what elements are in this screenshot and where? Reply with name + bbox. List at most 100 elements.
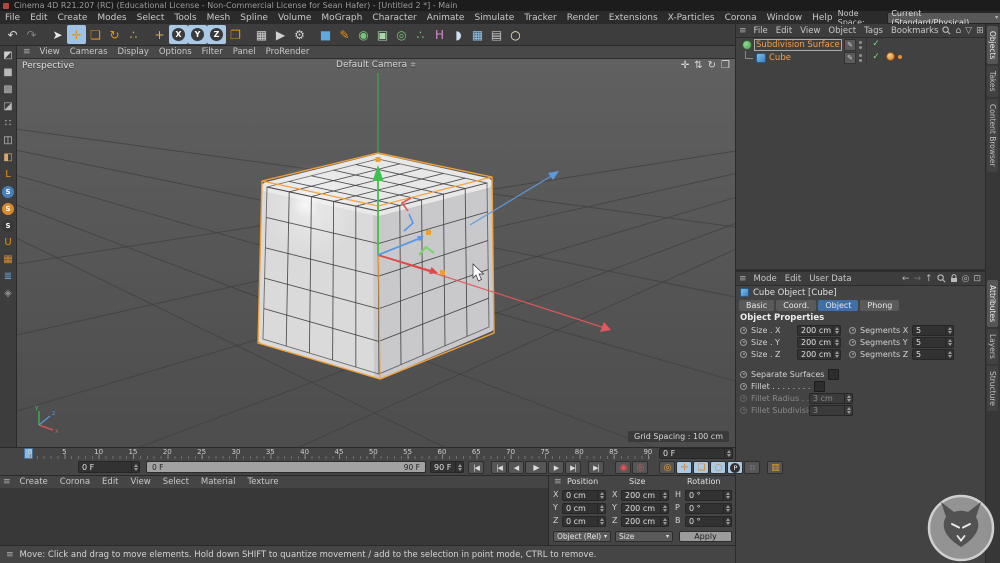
menu-file[interactable]: File	[0, 13, 25, 23]
redo-button[interactable]: ↷	[22, 25, 41, 44]
apply-button[interactable]: Apply	[679, 531, 732, 542]
material-menu-create[interactable]: Create	[14, 477, 54, 487]
forward-icon[interactable]: →	[914, 274, 922, 284]
keyframe-selection-button[interactable]: ◎	[659, 461, 675, 474]
timeline-ruler[interactable]: 051015202530354045505560657075808590 0 F	[0, 447, 735, 459]
material-menu-corona[interactable]: Corona	[54, 477, 96, 487]
segments-z-field[interactable]: 5	[912, 349, 954, 360]
object-manager-menu-file[interactable]: File	[750, 26, 772, 36]
tab-phong[interactable]: Phong	[860, 300, 899, 311]
viewport-solo-hierarchy-button[interactable]: S	[1, 218, 16, 233]
menu-spline[interactable]: Spline	[235, 13, 273, 23]
menu-volume[interactable]: Volume	[273, 13, 316, 23]
visibility-dots[interactable]	[859, 41, 862, 44]
next-frame-button[interactable]: ▶	[548, 461, 564, 474]
material-manager-area[interactable]	[0, 488, 548, 545]
render-settings-button[interactable]: ⚙	[290, 25, 309, 44]
last-used-tool-button[interactable]: ∴	[124, 25, 143, 44]
menu-simulate[interactable]: Simulate	[469, 13, 519, 23]
make-editable-button[interactable]: ◩	[1, 48, 16, 63]
size-z-field[interactable]: 200 cm	[621, 516, 669, 527]
rotation-p-field[interactable]: 0 °	[685, 503, 732, 514]
viewport-canvas[interactable]: yxz Perspective Default Camera ✲ ✛⇅↻❒ Gr…	[17, 59, 735, 447]
material-menu-material[interactable]: Material	[195, 477, 242, 487]
rotate-view-icon[interactable]: ↻	[708, 60, 716, 71]
stepper[interactable]	[832, 326, 840, 335]
edges-mode-button[interactable]: ◫	[1, 133, 16, 148]
menu-tracker[interactable]: Tracker	[519, 13, 561, 23]
side-tab-content-browser[interactable]: Content Browser	[987, 99, 998, 172]
attributes-menu-mode[interactable]: Mode	[750, 274, 781, 284]
stepper[interactable]	[832, 350, 840, 359]
undo-button[interactable]: ↶	[3, 25, 22, 44]
side-tab-objects[interactable]: Objects	[987, 26, 998, 64]
object-manager-menu-edit[interactable]: Edit	[772, 26, 796, 36]
viewport-solo-off-button[interactable]: S	[1, 184, 16, 199]
viewport-menu-view[interactable]: View	[35, 47, 65, 57]
menu-edit[interactable]: Edit	[25, 13, 52, 23]
quantizing-button[interactable]: ▦	[1, 252, 16, 267]
add-subdivision-surface-button[interactable]: ◉	[354, 25, 373, 44]
fillet-checkbox[interactable]	[814, 381, 825, 392]
add-light-button[interactable]: ○	[506, 25, 525, 44]
menu-create[interactable]: Create	[53, 13, 93, 23]
up-icon[interactable]: ↑	[925, 274, 933, 284]
menu-modes[interactable]: Modes	[92, 13, 131, 23]
filter-icon[interactable]: ▽	[965, 26, 972, 36]
goto-prev-key-button[interactable]: |◀	[491, 461, 507, 474]
viewport-solo-single-button[interactable]: S	[1, 201, 16, 216]
search-icon[interactable]	[937, 274, 946, 283]
stepper[interactable]	[832, 338, 840, 347]
polygons-mode-button[interactable]: ◧	[1, 150, 16, 165]
workplane-button[interactable]: ≣	[1, 269, 16, 284]
menu-window[interactable]: Window	[762, 13, 808, 23]
size-x-field[interactable]: 200 cm	[797, 325, 841, 336]
scale-tool-button[interactable]: ❏	[86, 25, 105, 44]
toggle-panels-icon[interactable]: ❒	[721, 60, 730, 71]
live-selection-button[interactable]: ➤	[48, 25, 67, 44]
menu-select[interactable]: Select	[132, 13, 170, 23]
size-z-field[interactable]: 200 cm	[797, 349, 841, 360]
back-icon[interactable]: ←	[902, 274, 910, 284]
tab-coord-[interactable]: Coord.	[776, 300, 816, 311]
tree-row-cube[interactable]: Cube ✎ ✓	[736, 51, 985, 64]
pin-icon[interactable]: ◎	[962, 274, 970, 284]
hamburger-icon[interactable]: ≡	[551, 477, 565, 487]
points-mode-button[interactable]: ∷	[1, 116, 16, 131]
stepper[interactable]	[945, 338, 953, 347]
key-parameter-button[interactable]: P	[727, 461, 743, 474]
attributes-menu-edit[interactable]: Edit	[781, 274, 805, 284]
add-spline-button[interactable]: ✎	[335, 25, 354, 44]
viewport-menu-panel[interactable]: Panel	[228, 47, 261, 57]
phong-tag-icon[interactable]	[886, 52, 895, 61]
material-menu-select[interactable]: Select	[157, 477, 195, 487]
position-z-field[interactable]: 0 cm	[562, 516, 606, 527]
key-scale-button[interactable]: ❏	[693, 461, 709, 474]
key-rotation-button[interactable]: ○	[710, 461, 726, 474]
autokeying-button[interactable]: ◎	[632, 461, 648, 474]
object-manager-menu-tags[interactable]: Tags	[860, 26, 887, 36]
play-forward-button[interactable]: ▶	[525, 461, 547, 474]
record-active-objects-button[interactable]: ◉	[615, 461, 631, 474]
texture-mode-button[interactable]: ▩	[1, 82, 16, 97]
enabled-check-icon[interactable]: ✓	[866, 51, 882, 63]
frame-hud-field[interactable]: 0 F	[659, 448, 733, 459]
add-icon[interactable]: ⊞	[976, 26, 984, 36]
menu-mograph[interactable]: MoGraph	[316, 13, 367, 23]
object-manager-menu-object[interactable]: Object	[824, 26, 860, 36]
add-cloth-button[interactable]: ▦	[468, 25, 487, 44]
anim-dot-icon[interactable]	[740, 351, 747, 358]
size-x-field[interactable]: 200 cm	[621, 490, 669, 501]
object-label[interactable]: Cube	[769, 53, 791, 63]
add-volume-button[interactable]: ▣	[373, 25, 392, 44]
side-tab-attributes[interactable]: Attributes	[987, 280, 998, 327]
rotation-h-field[interactable]: 0 °	[685, 490, 732, 501]
object-label[interactable]: Subdivision Surface	[755, 40, 841, 50]
menu-mesh[interactable]: Mesh	[202, 13, 236, 23]
tab-basic[interactable]: Basic	[739, 300, 774, 311]
hamburger-icon[interactable]: ≡	[736, 26, 750, 36]
add-character-button[interactable]: H	[430, 25, 449, 44]
menu-extensions[interactable]: Extensions	[604, 13, 663, 23]
viewport-menu-options[interactable]: Options	[154, 47, 197, 57]
side-tab-takes[interactable]: Takes	[987, 66, 998, 97]
